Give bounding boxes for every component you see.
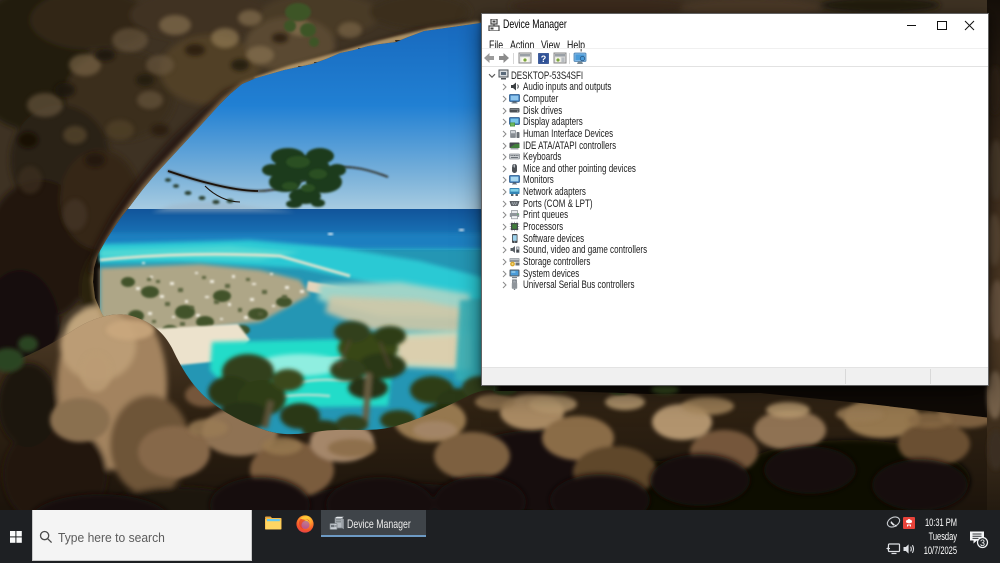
svg-text:3: 3 [980,538,985,548]
svg-text:?: ? [541,54,547,64]
